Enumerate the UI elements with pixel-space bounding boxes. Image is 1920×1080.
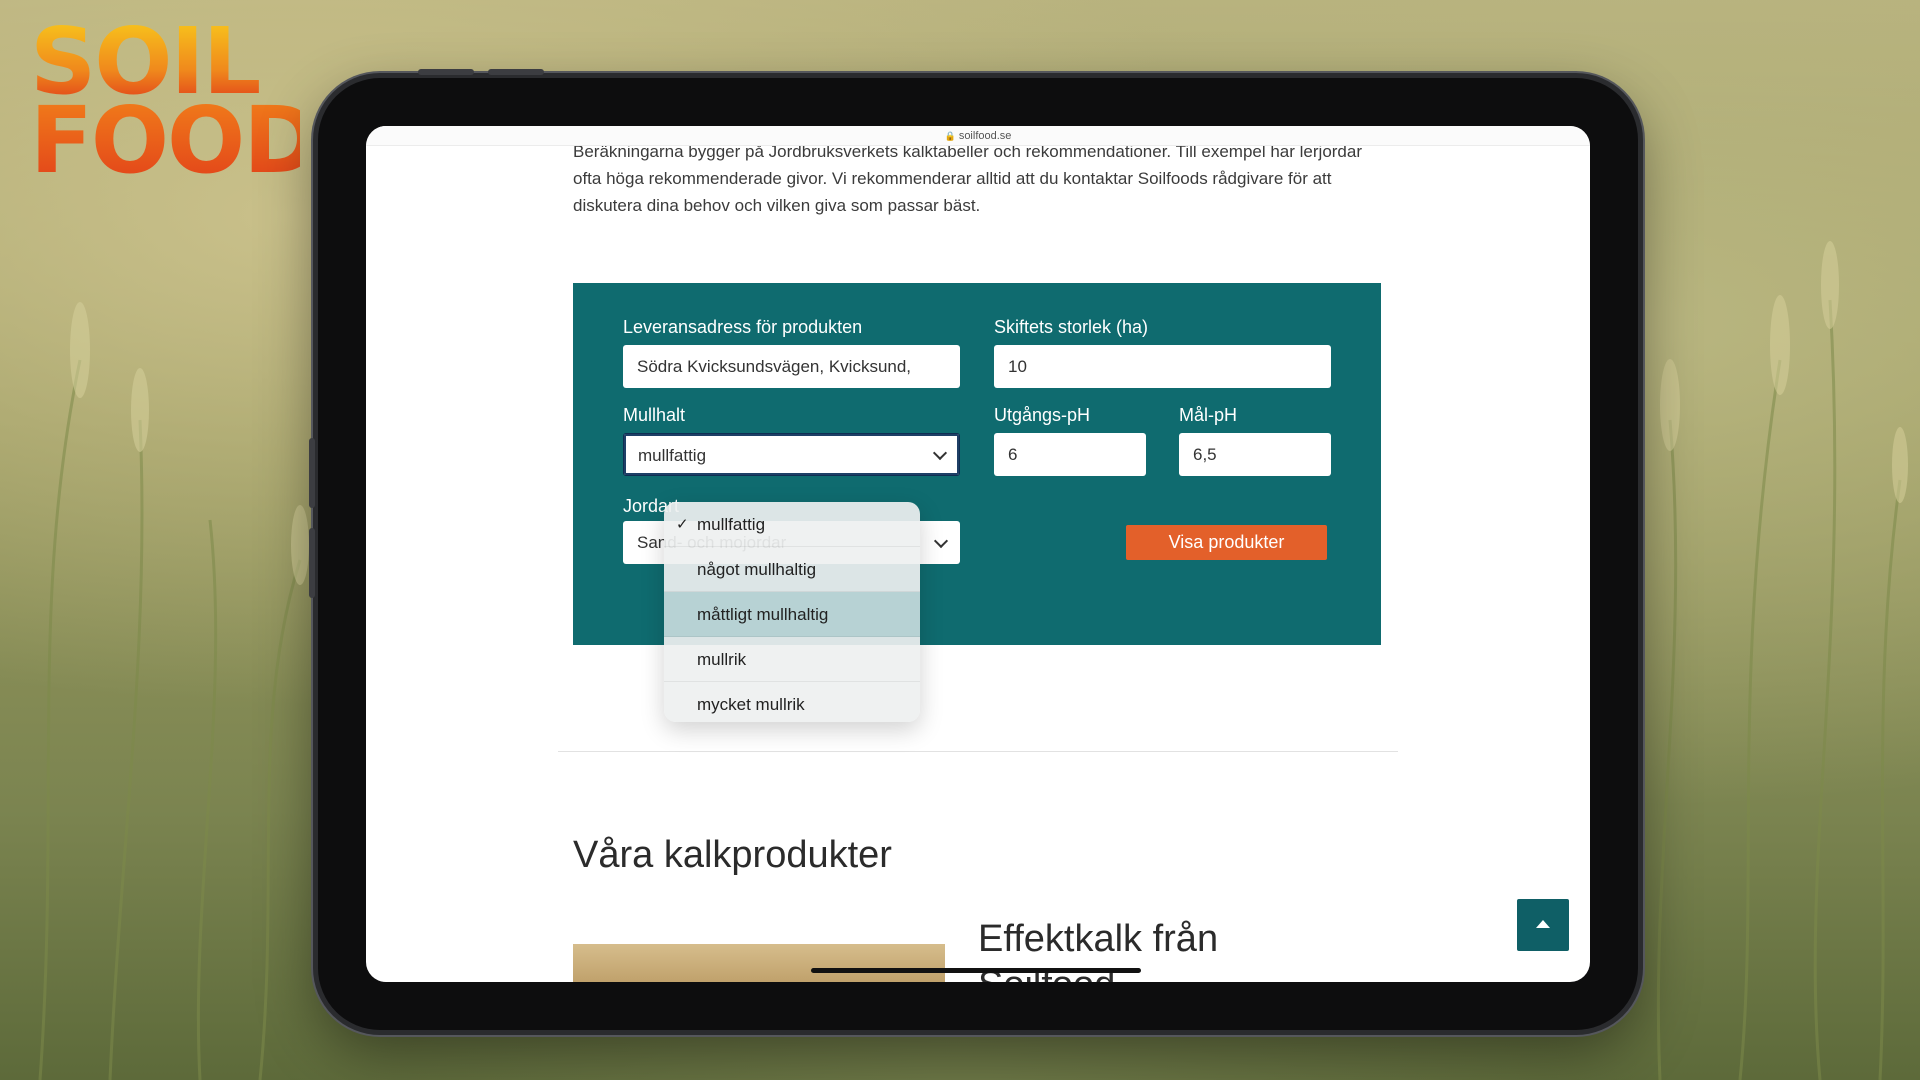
dropdown-option[interactable]: något mullhaltig [664,547,920,592]
lock-icon: 🔒 [944,131,956,141]
mullhalt-select[interactable]: mullfattig [623,433,960,476]
tablet-side-button [309,438,315,508]
dropdown-option[interactable]: ✓ mullfattig [664,502,920,547]
tablet-top-button [418,69,474,75]
option-label: mullfattig [697,515,766,534]
target-ph-label: Mål-pH [1179,405,1238,425]
field-size-label: Skiftets storlek (ha) [994,317,1149,337]
browser-url-bar[interactable]: 🔒 soilfood.se [366,126,1590,146]
address-label: Leveransadress för produkten [623,317,863,337]
tablet-screen: 🔒 soilfood.se Beräkningarna bygger på Jor… [366,126,1590,982]
option-label: något mullhaltig [697,560,817,579]
dropdown-option[interactable]: mycket mullrik [664,682,920,722]
home-indicator [811,968,1141,973]
product-image[interactable] [573,944,945,982]
url-text: soilfood.se [958,130,1012,142]
start-ph-input[interactable]: 6 [994,433,1146,476]
mullhalt-dropdown-menu: ✓ mullfattig något mullhaltig måttligt m… [664,502,920,722]
product-title-line-2[interactable]: Soilfood [978,964,1115,982]
mullhalt-selected-value: mullfattig [638,446,707,465]
target-ph-input[interactable]: 6,5 [1179,433,1331,476]
section-divider [558,751,1398,752]
chevron-down-icon [932,445,948,460]
start-ph-label: Utgångs-pH [994,405,1091,425]
dropdown-option[interactable]: mullrik [664,637,920,682]
products-heading: Våra kalkprodukter [573,834,892,876]
option-label: måttligt mullhaltig [697,605,829,624]
product-title[interactable]: Effektkalk från [978,918,1218,961]
scroll-to-top-button[interactable] [1517,899,1569,951]
show-products-button[interactable]: Visa produkter [1126,525,1327,560]
dropdown-option-highlighted[interactable]: måttligt mullhaltig [664,592,920,637]
tablet-top-button [488,69,544,75]
tablet-side-button [309,528,315,598]
chevron-down-icon [933,533,949,548]
option-label: mycket mullrik [697,695,805,714]
field-size-input[interactable]: 10 [994,345,1331,388]
soilfood-logo: SOIL FOOD [30,15,320,195]
tablet-device: 🔒 soilfood.se Beräkningarna bygger på Jor… [309,69,1638,1030]
address-input[interactable]: Södra Kvicksundsvägen, Kvicksund, [623,345,960,388]
option-label: mullrik [697,650,747,669]
intro-paragraph: Beräkningarna bygger på Jordbruksverkets… [573,142,1363,215]
checkmark-icon: ✓ [676,516,689,533]
logo-line-2: FOOD [30,87,320,195]
mullhalt-label: Mullhalt [623,405,686,425]
